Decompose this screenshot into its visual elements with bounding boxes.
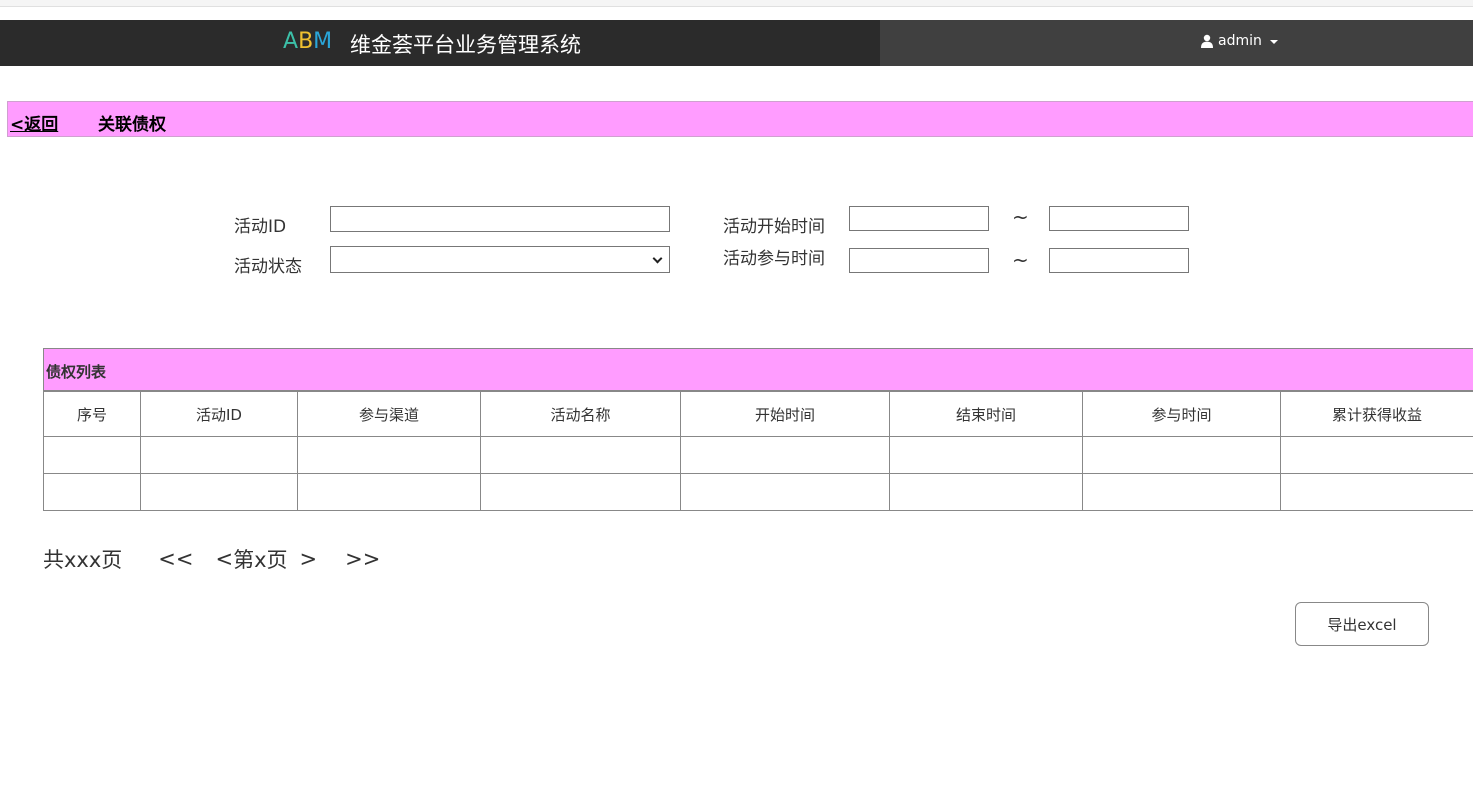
navbar-brand-area: ABM 维金荟平台业务管理系统 xyxy=(0,20,880,66)
browser-top-strip xyxy=(0,0,1473,7)
claims-table: 序号 活动ID 参与渠道 活动名称 开始时间 结束时间 参与时间 累计获得收益 xyxy=(43,391,1473,511)
column-header: 参与渠道 xyxy=(297,391,481,437)
user-icon xyxy=(1201,34,1213,48)
table-cell xyxy=(1280,436,1473,474)
table-cell xyxy=(889,473,1083,511)
table-cell xyxy=(43,436,141,474)
export-excel-button[interactable]: 导出excel xyxy=(1295,602,1429,646)
page-title: 关联债权 xyxy=(98,115,166,135)
first-page-button[interactable]: << xyxy=(158,547,193,571)
start-time-from-input[interactable] xyxy=(849,206,989,231)
table-cell xyxy=(140,473,298,511)
table-header-row: 序号 活动ID 参与渠道 活动名称 开始时间 结束时间 参与时间 累计获得收益 xyxy=(43,391,1473,437)
table-cell xyxy=(140,436,298,474)
column-header: 参与时间 xyxy=(1082,391,1281,437)
prev-page-button[interactable]: < xyxy=(216,547,234,571)
logo-letter-a: A xyxy=(283,29,299,54)
activity-id-label: 活动ID xyxy=(234,217,287,237)
start-time-range-separator: ~ xyxy=(1012,205,1029,229)
abm-logo: ABM xyxy=(283,29,332,54)
table-cell xyxy=(297,473,481,511)
user-name: admin xyxy=(1218,33,1262,49)
column-header: 开始时间 xyxy=(680,391,890,437)
table-row xyxy=(43,473,1473,511)
start-time-to-input[interactable] xyxy=(1049,206,1189,231)
table-row xyxy=(43,436,1473,474)
caret-down-icon xyxy=(1269,40,1278,44)
table-cell xyxy=(680,436,890,474)
back-link[interactable]: <返回 xyxy=(10,110,58,135)
table-cell xyxy=(1082,436,1281,474)
column-header: 活动ID xyxy=(140,391,298,437)
activity-status-label: 活动状态 xyxy=(234,257,302,277)
table-cell xyxy=(43,473,141,511)
page-title-bar: <返回 关联债权 xyxy=(7,101,1473,137)
join-time-from-input[interactable] xyxy=(849,248,989,273)
chevron-down-icon xyxy=(652,253,663,264)
column-header: 序号 xyxy=(43,391,141,437)
activity-id-input[interactable] xyxy=(330,206,670,232)
table-cell xyxy=(680,473,890,511)
activity-join-time-label: 活动参与时间 xyxy=(723,249,825,269)
top-navbar: ABM 维金荟平台业务管理系统 admin xyxy=(0,20,1473,66)
table-cell xyxy=(297,436,481,474)
claims-table-header-bar: 债权列表 xyxy=(43,348,1473,391)
activity-status-select[interactable] xyxy=(330,246,670,273)
column-header: 活动名称 xyxy=(480,391,681,437)
navbar-user-area: admin xyxy=(880,20,1473,66)
user-menu[interactable]: admin xyxy=(1200,33,1278,49)
table-cell xyxy=(480,436,681,474)
activity-start-time-label: 活动开始时间 xyxy=(723,217,825,237)
claims-table-section: 债权列表 序号 活动ID 参与渠道 活动名称 开始时间 结束时间 参与时间 累计… xyxy=(43,348,1473,511)
logo-letter-m: M xyxy=(313,29,333,54)
column-header: 结束时间 xyxy=(889,391,1083,437)
pagination: 共xxx页 << < 第x页 > >> xyxy=(43,544,380,574)
table-cell xyxy=(480,473,681,511)
table-cell xyxy=(1082,473,1281,511)
column-header: 累计获得收益 xyxy=(1280,391,1473,437)
current-page: 第x页 xyxy=(233,548,288,572)
table-cell xyxy=(1280,473,1473,511)
claims-table-title: 债权列表 xyxy=(46,363,107,381)
join-time-to-input[interactable] xyxy=(1049,248,1189,273)
page-total: 共xxx页 xyxy=(43,548,123,572)
system-title: 维金荟平台业务管理系统 xyxy=(350,33,581,57)
last-page-button[interactable]: >> xyxy=(345,547,380,571)
next-page-button[interactable]: > xyxy=(300,547,318,571)
join-time-range-separator: ~ xyxy=(1012,248,1029,272)
logo-letter-b: B xyxy=(298,29,314,54)
table-cell xyxy=(889,436,1083,474)
